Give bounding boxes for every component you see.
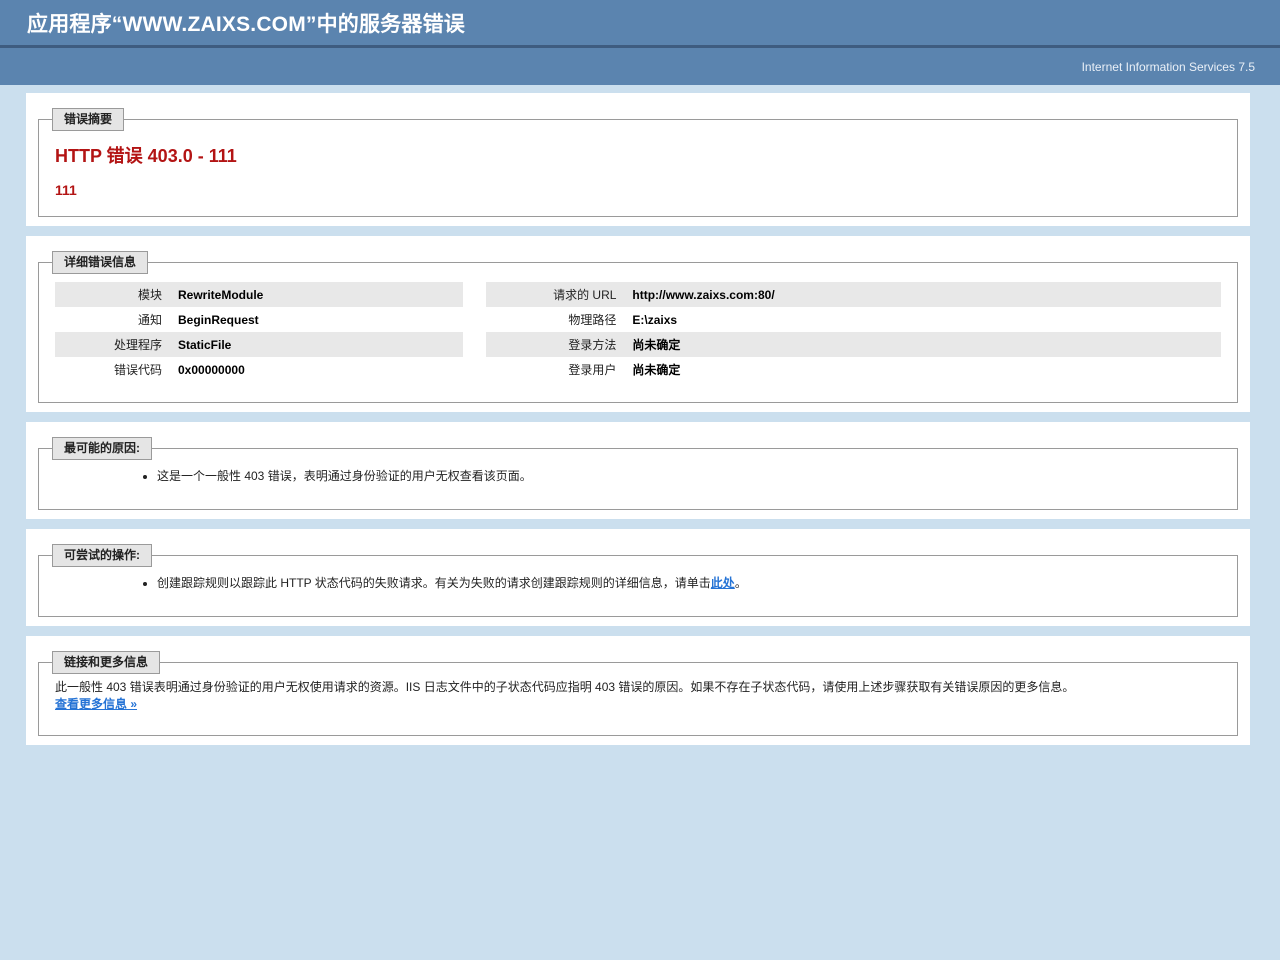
detail-value: E:\zaixs — [624, 307, 1221, 332]
list-item: 创建跟踪规则以跟踪此 HTTP 状态代码的失败请求。有关为失败的请求创建跟踪规则… — [157, 574, 1221, 592]
details-right-column: 请求的 URL http://www.zaixs.com:80/ 物理路径 E:… — [486, 282, 1221, 382]
table-row: 通知 BeginRequest — [55, 307, 463, 332]
table-row: 模块 RewriteModule — [55, 282, 463, 307]
table-row: 处理程序 StaticFile — [55, 332, 463, 357]
section-more-information: 链接和更多信息 此一般性 403 错误表明通过身份验证的用户无权使用请求的资源。… — [26, 636, 1250, 745]
header-title-bar: 应用程序“WWW.ZAIXS.COM”中的服务器错误 — [0, 0, 1280, 48]
table-row: 登录方法 尚未确定 — [486, 332, 1221, 357]
detail-value: BeginRequest — [170, 307, 463, 332]
action-text-prefix: 创建跟踪规则以跟踪此 HTTP 状态代码的失败请求。有关为失败的请求创建跟踪规则… — [157, 576, 711, 590]
detail-label: 请求的 URL — [486, 282, 624, 307]
page-title: 应用程序“WWW.ZAIXS.COM”中的服务器错误 — [27, 8, 465, 38]
detail-value: 尚未确定 — [624, 357, 1221, 382]
section-things-to-try: 可尝试的操作: 创建跟踪规则以跟踪此 HTTP 状态代码的失败请求。有关为失败的… — [26, 529, 1250, 626]
error-subtitle: 111 — [55, 182, 1221, 198]
table-row: 登录用户 尚未确定 — [486, 357, 1221, 382]
details-left-table: 模块 RewriteModule 通知 BeginRequest 处理程序 St… — [55, 282, 463, 382]
details-left-column: 模块 RewriteModule 通知 BeginRequest 处理程序 St… — [55, 282, 463, 382]
likely-causes-box: 最可能的原因: 这是一个一般性 403 错误，表明通过身份验证的用户无权查看该页… — [38, 448, 1238, 510]
table-row: 物理路径 E:\zaixs — [486, 307, 1221, 332]
detail-value: http://www.zaixs.com:80/ — [624, 282, 1221, 307]
header-sub-bar: Internet Information Services 7.5 — [0, 48, 1280, 85]
things-to-try-box: 可尝试的操作: 创建跟踪规则以跟踪此 HTTP 状态代码的失败请求。有关为失败的… — [38, 555, 1238, 617]
detail-label: 错误代码 — [55, 357, 170, 382]
here-link[interactable]: 此处 — [711, 576, 735, 590]
detail-label: 处理程序 — [55, 332, 170, 357]
action-text-suffix: 。 — [735, 576, 747, 590]
section-tab-likely-causes: 最可能的原因: — [52, 437, 152, 460]
detail-value: 0x00000000 — [170, 357, 463, 382]
more-info-link[interactable]: 查看更多信息 » — [55, 697, 137, 711]
table-row: 错误代码 0x00000000 — [55, 357, 463, 382]
more-info-text: 此一般性 403 错误表明通过身份验证的用户无权使用请求的资源。IIS 日志文件… — [55, 679, 1221, 696]
section-error-summary: 错误摘要 HTTP 错误 403.0 - 111 111 — [26, 93, 1250, 226]
page-content: 错误摘要 HTTP 错误 403.0 - 111 111 详细错误信息 模块 R… — [0, 85, 1280, 745]
detail-label: 登录用户 — [486, 357, 624, 382]
actions-list: 创建跟踪规则以跟踪此 HTTP 状态代码的失败请求。有关为失败的请求创建跟踪规则… — [55, 574, 1221, 592]
list-item: 这是一个一般性 403 错误，表明通过身份验证的用户无权查看该页面。 — [157, 467, 1221, 485]
detail-label: 模块 — [55, 282, 170, 307]
details-right-table: 请求的 URL http://www.zaixs.com:80/ 物理路径 E:… — [486, 282, 1221, 382]
detail-label: 通知 — [55, 307, 170, 332]
section-tab-more-information: 链接和更多信息 — [52, 651, 160, 674]
table-row: 请求的 URL http://www.zaixs.com:80/ — [486, 282, 1221, 307]
section-tab-error-summary: 错误摘要 — [52, 108, 124, 131]
section-tab-things-to-try: 可尝试的操作: — [52, 544, 152, 567]
error-details-box: 详细错误信息 模块 RewriteModule 通知 BeginRequest — [38, 262, 1238, 403]
causes-list: 这是一个一般性 403 错误，表明通过身份验证的用户无权查看该页面。 — [55, 467, 1221, 485]
error-summary-box: 错误摘要 HTTP 错误 403.0 - 111 111 — [38, 119, 1238, 217]
section-tab-error-details: 详细错误信息 — [52, 251, 148, 274]
detail-value: StaticFile — [170, 332, 463, 357]
section-error-details: 详细错误信息 模块 RewriteModule 通知 BeginRequest — [26, 236, 1250, 412]
detail-label: 物理路径 — [486, 307, 624, 332]
detail-value: 尚未确定 — [624, 332, 1221, 357]
error-title: HTTP 错误 403.0 - 111 — [55, 142, 1221, 168]
section-likely-causes: 最可能的原因: 这是一个一般性 403 错误，表明通过身份验证的用户无权查看该页… — [26, 422, 1250, 519]
more-information-box: 链接和更多信息 此一般性 403 错误表明通过身份验证的用户无权使用请求的资源。… — [38, 662, 1238, 736]
detail-value: RewriteModule — [170, 282, 463, 307]
detail-label: 登录方法 — [486, 332, 624, 357]
server-version-label: Internet Information Services 7.5 — [1082, 60, 1255, 74]
